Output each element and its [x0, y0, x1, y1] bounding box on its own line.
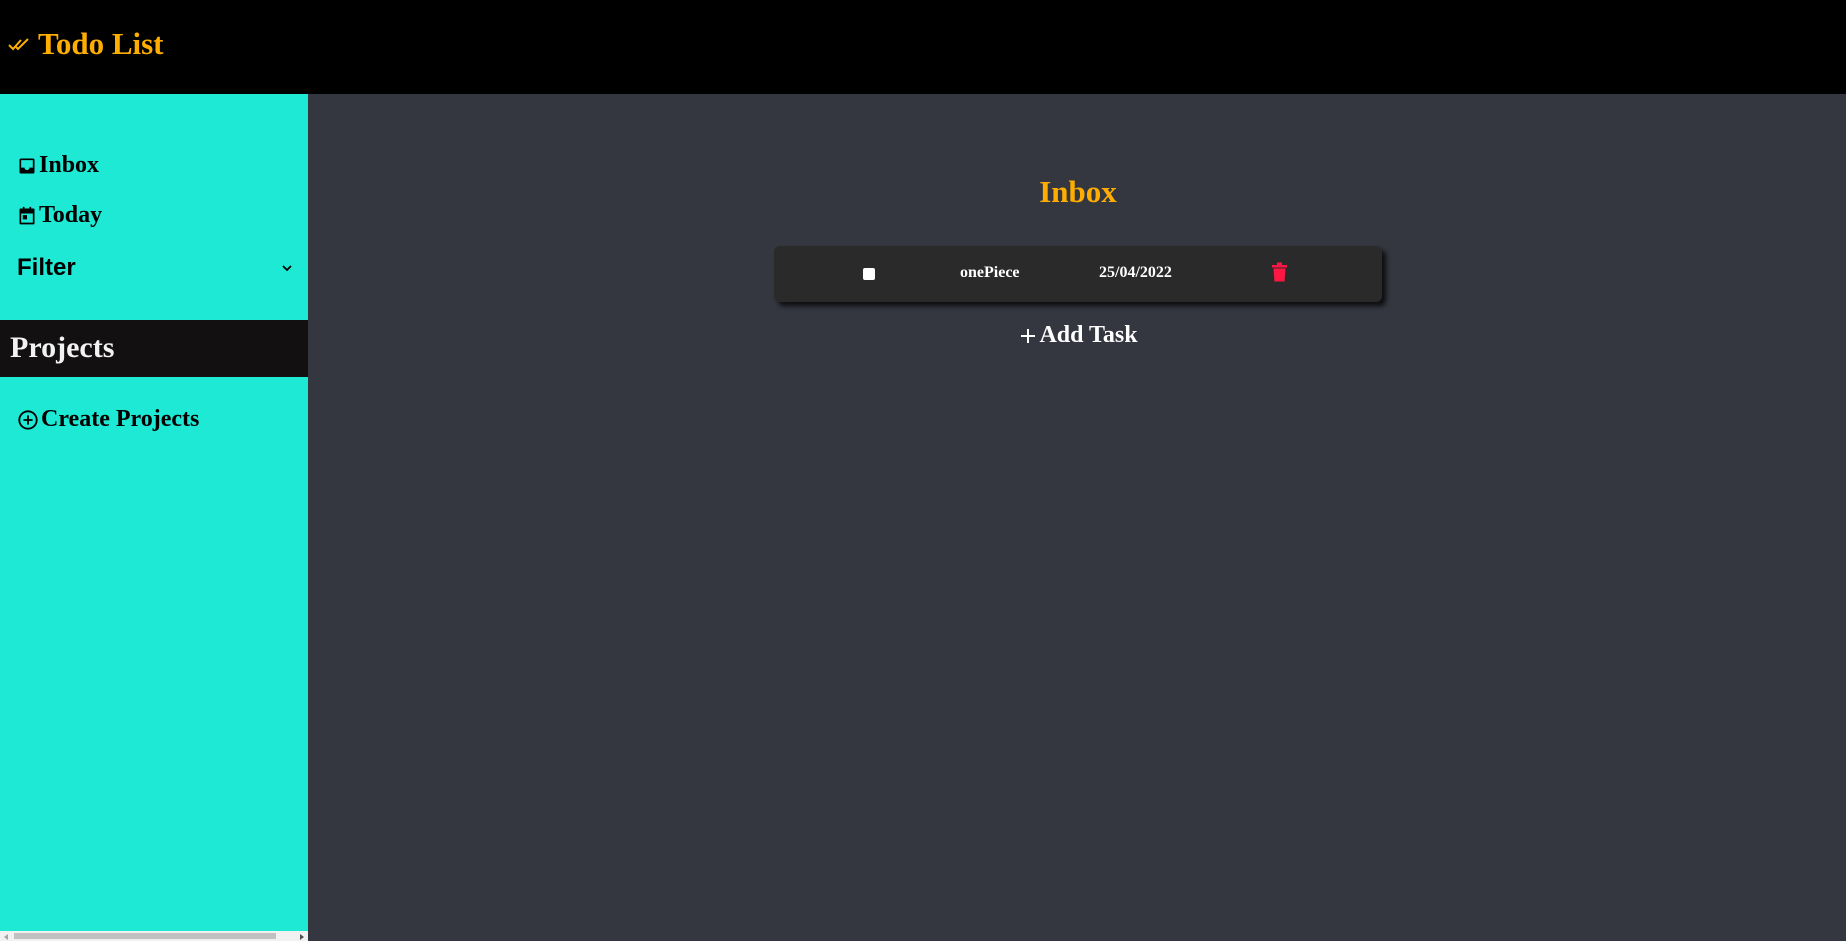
sidebar-item-label: Inbox: [39, 152, 100, 178]
scroll-right-arrow-icon[interactable]: [300, 934, 304, 940]
create-projects-button[interactable]: Create Projects: [17, 406, 199, 433]
sidebar-item-label: Today: [39, 202, 103, 228]
delete-task-button[interactable]: [1272, 262, 1287, 287]
calendar-today-icon: [19, 206, 35, 224]
trash-icon: [1272, 262, 1287, 282]
inbox-icon: [19, 158, 35, 173]
plus-circle-icon: [18, 409, 38, 430]
sidebar-item-inbox[interactable]: Inbox: [17, 152, 99, 179]
scrollbar-thumb[interactable]: [14, 933, 276, 939]
task-name: onePiece: [960, 264, 1020, 281]
create-projects-label: Create Projects: [41, 406, 200, 432]
filter-dropdown[interactable]: Filter: [17, 254, 293, 282]
double-check-icon: [8, 38, 29, 51]
plus-icon: [1021, 328, 1036, 343]
sidebar-item-today[interactable]: Today: [17, 202, 102, 229]
sidebar-horizontal-scrollbar[interactable]: [0, 931, 308, 941]
task-date: 25/04/2022: [1099, 264, 1172, 281]
sidebar: Inbox Today Filter Projects Create Proje…: [0, 94, 308, 941]
filter-label: Filter: [17, 254, 76, 281]
app-title-text: Todo List: [38, 26, 164, 61]
main-content: Inbox onePiece 25/04/2022 Add Task: [308, 94, 1846, 941]
add-task-button[interactable]: Add Task: [308, 322, 1846, 349]
app-header: Todo List: [0, 0, 1846, 94]
projects-title: Projects: [10, 331, 115, 364]
add-task-label: Add Task: [1039, 322, 1138, 348]
app-title: Todo List: [8, 26, 164, 62]
task-item: onePiece 25/04/2022: [774, 246, 1382, 302]
page-title: Inbox: [1039, 174, 1117, 209]
task-checkbox[interactable]: [863, 268, 875, 280]
chevron-down-icon: [282, 265, 292, 272]
projects-section-header: Projects: [0, 320, 308, 377]
scroll-left-arrow-icon[interactable]: [4, 934, 8, 940]
